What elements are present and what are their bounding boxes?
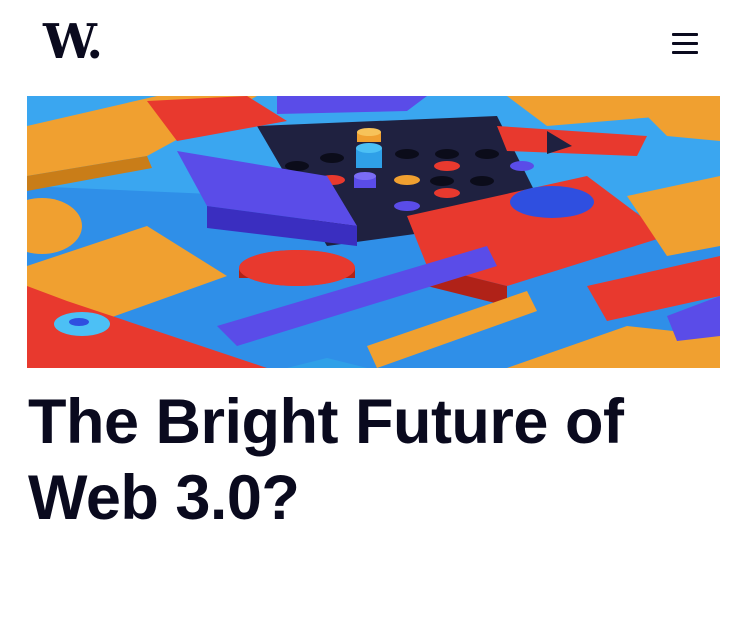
menu-line [672, 50, 698, 54]
menu-line [672, 41, 698, 45]
site-header: W. [0, 0, 751, 96]
article-title: The Bright Future of Web 3.0? [28, 387, 624, 533]
hamburger-menu-icon[interactable] [668, 30, 702, 56]
hero-image [27, 96, 720, 368]
menu-line [672, 32, 698, 36]
site-logo[interactable]: W. [43, 14, 103, 70]
abstract-3d-blocks-image [27, 96, 720, 368]
